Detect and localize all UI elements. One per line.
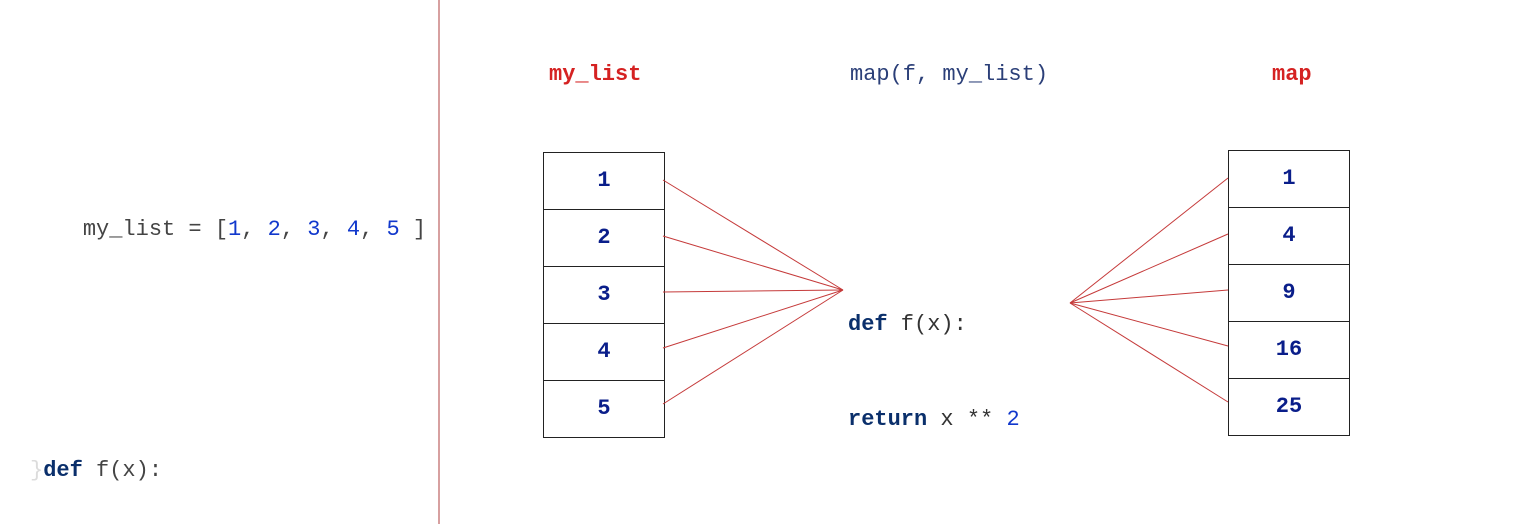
return-num-center: 2 [1006, 407, 1019, 432]
num-1: 1 [228, 217, 241, 242]
input-cell: 5 [544, 381, 664, 437]
pane-divider [438, 0, 440, 524]
label-output: map [1272, 62, 1312, 87]
kw-def-center: def [848, 312, 888, 337]
code-line-assign: my_list = [1, 2, 3, 4, 5 ] [30, 187, 426, 273]
label-map-expr: map(f, my_list) [850, 62, 1048, 87]
fn-sig: f(x): [83, 458, 162, 483]
fn-sig-center: f(x): [888, 312, 967, 337]
output-cell: 25 [1229, 379, 1349, 435]
output-cell: 9 [1229, 265, 1349, 322]
function-body: def f(x): return x ** 2 [848, 245, 1020, 468]
num-3: 3 [307, 217, 320, 242]
input-cell: 2 [544, 210, 664, 267]
input-cell: 3 [544, 267, 664, 324]
input-cell: 4 [544, 324, 664, 381]
output-cell: 1 [1229, 151, 1349, 208]
return-body-center: x ** [927, 407, 1006, 432]
output-cell: 16 [1229, 322, 1349, 379]
output-cell: 4 [1229, 208, 1349, 265]
num-5: 5 [386, 217, 399, 242]
code-block: my_list = [1, 2, 3, 4, 5 ] }def f(x): } … [30, 130, 426, 524]
kw-def: def [43, 458, 83, 483]
output-list-column: 1 4 9 16 25 [1228, 150, 1350, 436]
assign-suffix: ] [400, 217, 426, 242]
input-cell: 1 [544, 153, 664, 210]
num-4: 4 [347, 217, 360, 242]
label-input-list: my_list [549, 62, 641, 87]
kw-return-center: return [848, 407, 927, 432]
code-line-def: }def f(x): [30, 457, 426, 486]
input-list-column: 1 2 3 4 5 [543, 152, 665, 438]
num-2: 2 [268, 217, 281, 242]
assign-prefix: my_list = [ [83, 217, 228, 242]
